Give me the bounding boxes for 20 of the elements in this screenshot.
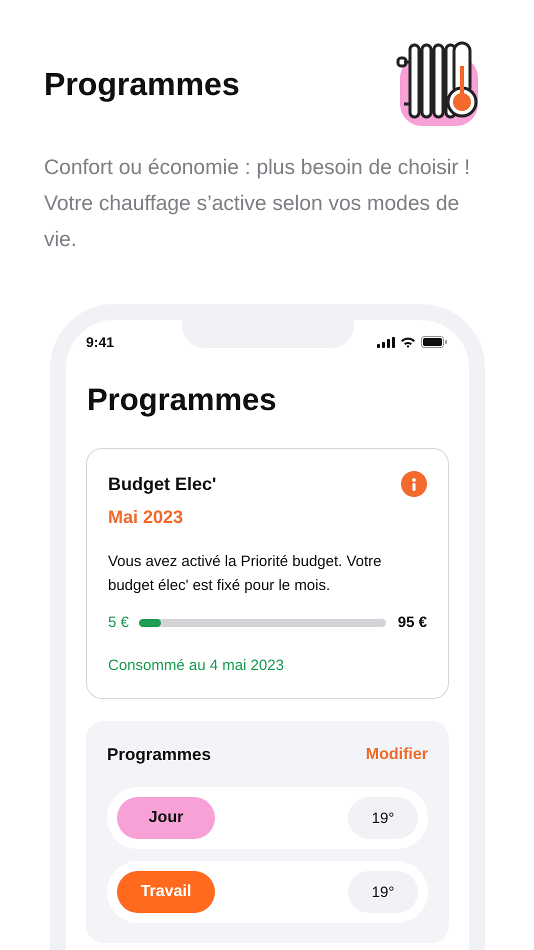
section-title: Programmes [107,745,211,765]
status-time: 9:41 [86,334,114,350]
info-icon[interactable] [401,471,427,497]
program-tag[interactable]: Jour [117,797,215,839]
temperature-value: 19° [348,797,418,839]
page-title: Programmes [44,66,240,102]
signal-icon [377,336,395,348]
budget-amount: 95 € [398,614,427,631]
screen-title: Programmes [87,382,278,418]
wifi-icon [400,336,416,348]
program-row[interactable]: Travail 19° [107,861,428,923]
consumed-amount: 5 € [108,614,129,631]
card-month: Mai 2023 [108,507,184,528]
temperature-value: 19° [348,871,418,913]
consumed-note: Consommé au 4 mai 2023 [108,657,285,674]
card-text: Vous avez activé la Priorité budget. Votre budget élec' est fixé pour le mois. [108,552,382,596]
card-title: Budget Elec' [108,474,216,494]
battery-icon [421,336,447,348]
program-row[interactable]: Jour 19° [107,787,428,849]
description: Confort ou économie : plus besoin de choisir ! Votre chauffage s’active selon vos modes de vie. [44,155,472,253]
